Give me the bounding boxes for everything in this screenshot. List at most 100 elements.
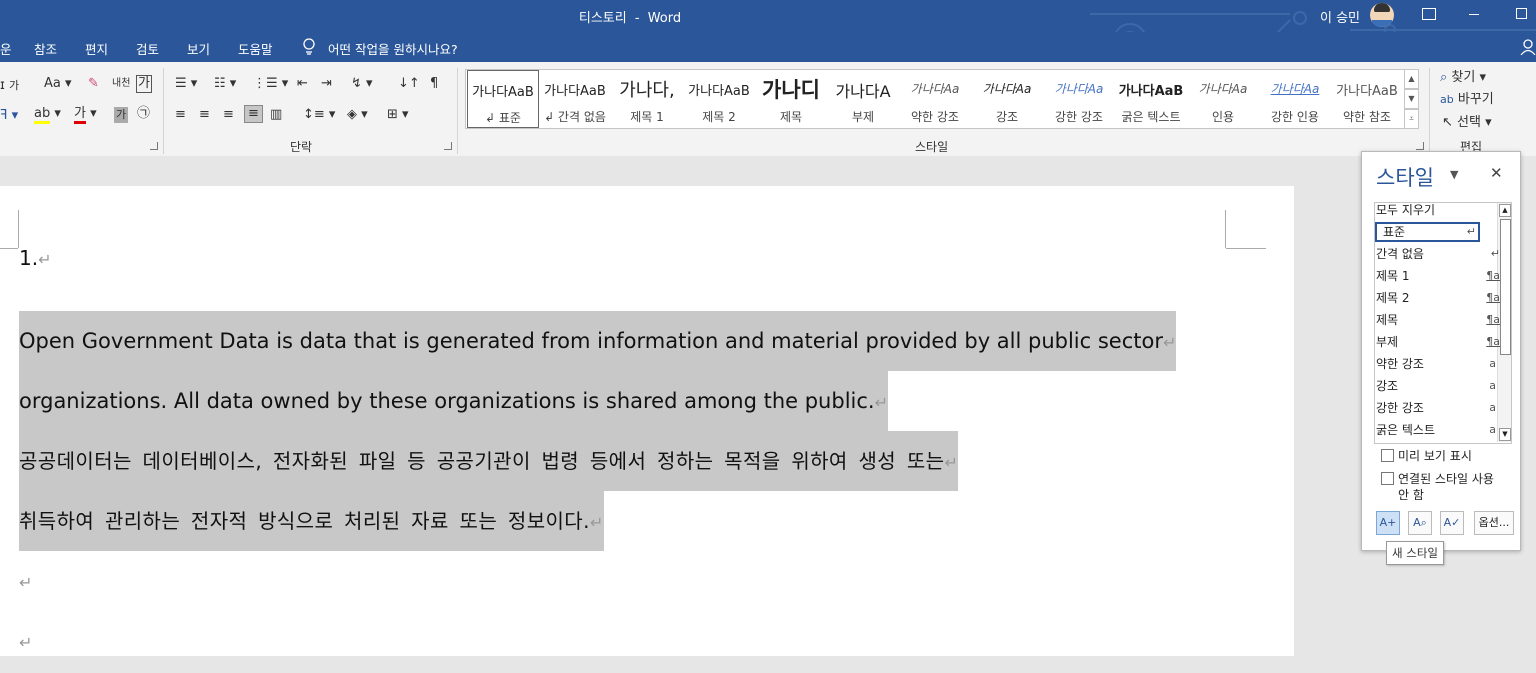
style-inspector-button[interactable]: A⌕ (1408, 511, 1432, 535)
tab-help[interactable]: 도움말 (238, 39, 273, 58)
disable-linked-styles-label: 연결된 스타일 사용 (1398, 472, 1494, 486)
increase-indent-icon[interactable]: ⇥ (321, 76, 332, 92)
align-left-icon[interactable]: ≡ (175, 107, 186, 123)
align-right-icon[interactable]: ≡ (223, 107, 234, 123)
styles-dialog-launcher[interactable] (1416, 142, 1424, 150)
phonetic-guide-button[interactable]: 내천 (112, 76, 130, 92)
korean-paragraph-line-2[interactable]: 취득하여 관리하는 전자적 방식으로 처리된 자료 또는 정보이다.↵ (19, 491, 604, 551)
avatar[interactable] (1370, 3, 1394, 27)
justify-icon[interactable]: ≡ (244, 105, 263, 123)
styles-pane-title: 스타일 (1376, 166, 1434, 190)
find-button[interactable]: ⌕ 찾기 ▾ (1440, 70, 1486, 86)
minimize-icon[interactable] (1469, 14, 1479, 15)
document-page[interactable]: 1.↵ Open Government Data is data that is… (0, 186, 1294, 656)
gallery-scroll-down-icon[interactable]: ▼ (1404, 89, 1419, 109)
gallery-style-strong[interactable]: 가나다AaB 굵은 텍스트 (1115, 70, 1187, 128)
style-item-heading1[interactable]: 제목 1 ¶a (1376, 266, 1500, 286)
borders-icon[interactable]: ⊞ ▾ (387, 107, 409, 123)
highlight-color-button[interactable]: ab ▾ (34, 106, 61, 124)
align-center-icon[interactable]: ≡ (199, 107, 210, 123)
select-button[interactable]: ↖ 선택 ▾ (1442, 115, 1492, 131)
gallery-style-intense-emphasis[interactable]: 가나다Aa 강한 강조 (1043, 70, 1115, 128)
linked-style-icon: ¶a (1486, 335, 1500, 348)
style-item-subtitle[interactable]: 부제 ¶a (1376, 332, 1500, 352)
list-number[interactable]: 1.↵ (19, 242, 52, 274)
tab-review[interactable]: 검토 (136, 39, 159, 58)
tab-mailings[interactable]: 편지 (85, 39, 108, 58)
font-dialog-launcher[interactable] (150, 142, 158, 150)
style-item-normal[interactable]: 표준 ↵ (1375, 222, 1480, 242)
new-style-button[interactable]: A+ (1376, 511, 1400, 535)
style-item-emphasis[interactable]: 강조 a (1376, 376, 1496, 396)
text-effects-icon[interactable]: ꟻ ▾ (0, 108, 18, 124)
enclose-characters-button[interactable]: ㉠ (137, 106, 150, 122)
gallery-style-heading2[interactable]: 가나다AaB 제목 2 (683, 70, 755, 128)
options-button[interactable]: 옵션... (1474, 511, 1514, 535)
character-border-button[interactable]: 가 (136, 75, 152, 93)
user-name[interactable]: 이 승민 (1320, 7, 1360, 26)
sort-icon[interactable]: ↓↑ (398, 76, 420, 92)
style-item-intense-emphasis[interactable]: 강한 강조 a (1376, 398, 1496, 418)
change-case-button[interactable]: Aa ▾ (44, 76, 72, 92)
gallery-style-subtle-emphasis[interactable]: 가나다Aa 약한 강조 (899, 70, 971, 128)
paragraph-mark: ↵ (1163, 333, 1177, 352)
tab-design[interactable]: 운 (0, 39, 12, 58)
ribbon-tabs: 운 참조 편지 검토 보기 도움말 어떤 작업을 원하시나요? (0, 32, 1536, 62)
tab-view[interactable]: 보기 (187, 39, 210, 58)
gallery-scroll-up-icon[interactable]: ▲ (1404, 69, 1419, 89)
style-item-no-spacing[interactable]: 간격 없음 ↵ (1376, 244, 1500, 264)
english-paragraph-line-1[interactable]: Open Government Data is data that is gen… (19, 311, 1177, 371)
numbering-icon[interactable]: ☷ ▾ (214, 76, 236, 92)
chevron-down-icon[interactable]: ▼ (1450, 168, 1458, 181)
gallery-style-subtitle[interactable]: 가나다A 부제 (827, 70, 899, 128)
shading-icon[interactable]: ◈ ▾ (347, 107, 368, 123)
paragraph-dialog-launcher[interactable] (444, 142, 452, 150)
disable-linked-styles-checkbox[interactable] (1381, 472, 1394, 485)
gallery-style-title[interactable]: 가나디 제목 (755, 70, 827, 128)
gallery-preview: 가나다, (619, 80, 675, 101)
empty-paragraph[interactable]: ↵ (19, 611, 32, 671)
show-preview-checkbox[interactable] (1381, 449, 1394, 462)
share-icon[interactable] (1520, 39, 1536, 58)
empty-paragraph[interactable]: ↵ (19, 551, 32, 611)
scroll-up-icon[interactable]: ▲ (1499, 204, 1511, 217)
scroll-thumb[interactable] (1500, 219, 1511, 355)
english-paragraph-line-2[interactable]: organizations. All data owned by these o… (19, 371, 888, 431)
gallery-style-subtle-reference[interactable]: 가나다AaB 약한 참조 (1331, 70, 1403, 128)
replace-label: 바꾸기 (1457, 92, 1494, 107)
gallery-style-quote[interactable]: 가나다Aa 인용 (1187, 70, 1259, 128)
line-spacing-icon[interactable]: ↕≡ ▾ (303, 107, 335, 123)
close-icon[interactable]: ✕ (1490, 164, 1503, 182)
style-item-title[interactable]: 제목 ¶a (1376, 310, 1500, 330)
gallery-style-heading1[interactable]: 가나다, 제목 1 (611, 70, 683, 128)
show-marks-icon[interactable]: ¶ (430, 76, 438, 92)
gallery-style-emphasis[interactable]: 가나다Aa 강조 (971, 70, 1043, 128)
bullets-icon[interactable]: ☰ ▾ (175, 76, 197, 92)
text-direction-icon[interactable]: ↯ ▾ (351, 76, 373, 92)
decrease-indent-icon[interactable]: ⇤ (297, 76, 308, 92)
distributed-icon[interactable]: ▥ (270, 107, 282, 123)
ribbon-display-icon[interactable] (1422, 8, 1436, 20)
multilevel-list-icon[interactable]: ⋮☰ ▾ (253, 76, 288, 92)
character-shading-button[interactable]: 가 (114, 107, 129, 123)
restore-icon[interactable] (1516, 8, 1527, 19)
gallery-style-intense-quote[interactable]: 가나다Aa 강한 인용 (1259, 70, 1331, 128)
style-item-clear-all[interactable]: 모두 지우기 (1376, 200, 1472, 220)
gallery-preview: 가나다AaB (688, 84, 750, 99)
gallery-style-name: 제목 1 (630, 110, 664, 124)
font-color-button[interactable]: 가 ▾ (74, 106, 97, 124)
manage-styles-button[interactable]: A✓ (1440, 511, 1464, 535)
replace-button[interactable]: ab 바꾸기 (1440, 92, 1494, 108)
gallery-style-no-spacing[interactable]: 가나다AaB ↲ 간격 없음 (539, 70, 611, 128)
tell-me-search[interactable]: 어떤 작업을 원하시나요? (328, 39, 458, 58)
font-grow-icon[interactable]: ɪ 가 (0, 78, 19, 94)
style-item-subtle-emphasis[interactable]: 약한 강조 a (1376, 354, 1496, 374)
korean-paragraph-line-1[interactable]: 공공데이터는 데이터베이스, 전자화된 파일 등 공공기관이 법령 등에서 정하… (19, 431, 959, 491)
gallery-style-normal[interactable]: 가나다AaB ↲ 표준 (467, 70, 539, 128)
gallery-more-icon[interactable]: ⩡ (1404, 109, 1419, 129)
scroll-down-icon[interactable]: ▼ (1499, 428, 1511, 441)
style-item-strong[interactable]: 굵은 텍스트 a (1376, 420, 1496, 440)
style-item-heading2[interactable]: 제목 2 ¶a (1376, 288, 1500, 308)
clear-format-icon[interactable]: ✎ (88, 76, 99, 92)
tab-references[interactable]: 참조 (34, 39, 57, 58)
